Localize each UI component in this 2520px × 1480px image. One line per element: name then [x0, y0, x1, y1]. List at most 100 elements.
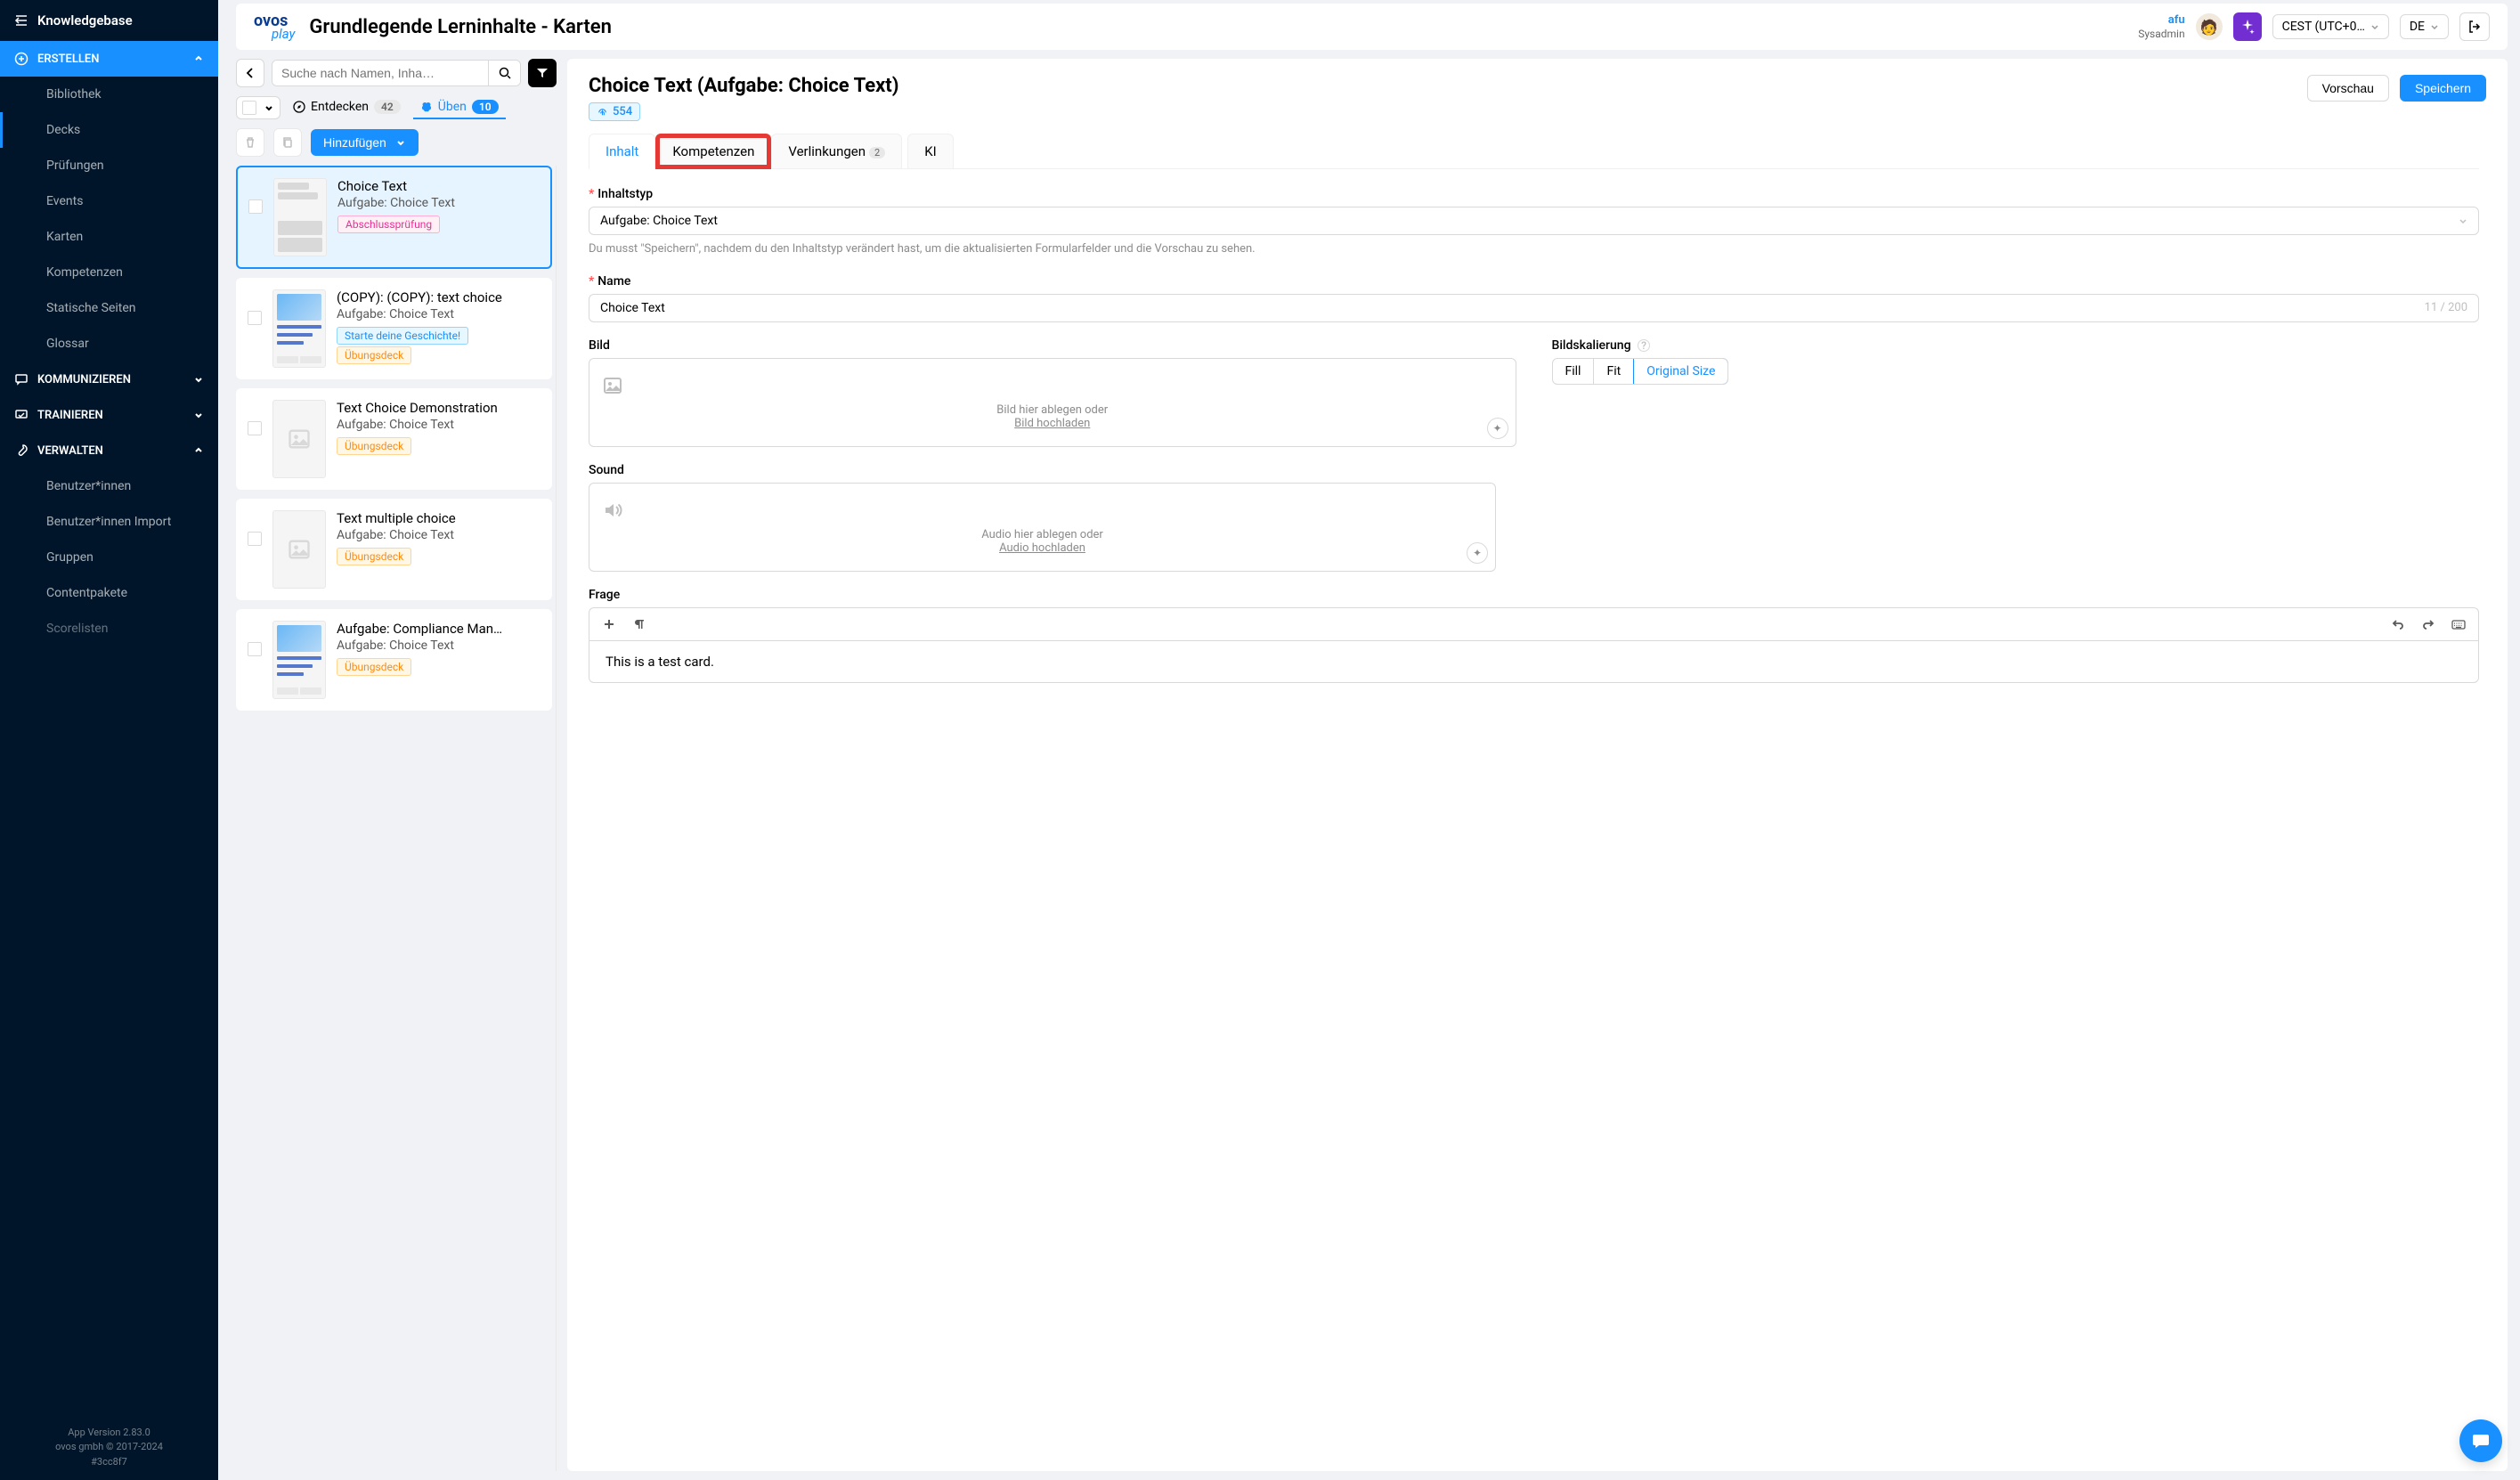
image-upload-link[interactable]: Bild hochladen: [602, 417, 1503, 430]
topbar: ovos play Grundlegende Lerninhalte - Kar…: [236, 4, 2508, 50]
menu-collapse-icon: [14, 13, 28, 28]
field-scaling: Bildskalierung ? Fill Fit Original Size: [1552, 338, 2480, 447]
plus-icon: [603, 618, 615, 630]
search-icon: [499, 67, 511, 79]
sidebar-item-decks[interactable]: Decks: [0, 112, 218, 148]
card-checkbox[interactable]: [248, 532, 262, 546]
sidebar-item-benutzer-import[interactable]: Benutzer*innen Import: [0, 504, 218, 540]
sidebar-item-scorelisten[interactable]: Scorelisten: [0, 611, 218, 646]
sidebar-item-bibliothek[interactable]: Bibliothek: [0, 77, 218, 112]
tab-inhalt[interactable]: Inhalt: [589, 134, 655, 169]
sidebar-item-events[interactable]: Events: [0, 183, 218, 219]
logout-button[interactable]: [2459, 12, 2490, 41]
scaling-original[interactable]: Original Size: [1633, 358, 1728, 385]
chevron-down-icon[interactable]: [264, 102, 274, 113]
card-checkbox[interactable]: [248, 421, 262, 435]
search-input[interactable]: [272, 61, 488, 85]
card-info: Choice TextAufgabe: Choice TextAbschluss…: [337, 178, 540, 235]
card-item[interactable]: Text multiple choiceAufgabe: Choice Text…: [236, 499, 552, 600]
editor-paragraph-button[interactable]: [630, 615, 648, 633]
copy-button[interactable]: [273, 128, 302, 157]
card-thumbnail: [272, 510, 326, 589]
card-item[interactable]: Text Choice DemonstrationAufgabe: Choice…: [236, 388, 552, 490]
language-select[interactable]: DE: [2400, 14, 2449, 39]
ai-button[interactable]: [2233, 12, 2262, 41]
sidebar-item-glossar[interactable]: Glossar: [0, 326, 218, 362]
back-button[interactable]: [236, 59, 264, 87]
card-thumbnail: [272, 400, 326, 478]
detail-title: Choice Text (Aufgabe: Choice Text): [589, 75, 2296, 97]
scaling-fit[interactable]: Fit: [1594, 359, 1634, 384]
tab-kompetenzen[interactable]: Kompetenzen: [655, 134, 771, 169]
add-button[interactable]: Hinzufügen: [311, 129, 419, 156]
card-item[interactable]: Choice TextAufgabe: Choice TextAbschluss…: [236, 166, 552, 269]
chat-bubble[interactable]: [2459, 1419, 2502, 1462]
editor-content[interactable]: This is a test card.: [589, 640, 2479, 683]
timezone-select[interactable]: CEST (UTC+0…: [2272, 14, 2389, 39]
card-checkbox[interactable]: [248, 311, 262, 325]
editor-undo-button[interactable]: [2389, 615, 2407, 633]
sidebar-section-erstellen[interactable]: ERSTELLEN: [0, 41, 218, 77]
editor-keyboard-button[interactable]: [2450, 615, 2467, 633]
card-subtitle: Aufgabe: Choice Text: [337, 307, 541, 321]
section-label: VERWALTEN: [37, 444, 103, 458]
chevron-down-icon: [2430, 22, 2439, 31]
fingerprint-icon: [597, 106, 608, 118]
keyboard-icon: [2451, 618, 2466, 630]
sound-upload-link[interactable]: Audio hochladen: [602, 541, 1483, 555]
delete-button[interactable]: [236, 128, 264, 157]
label-name: *Name: [589, 274, 2479, 289]
image-upload[interactable]: Bild hier ablegen oder Bild hochladen ✦: [589, 358, 1516, 447]
label-sound: Sound: [589, 463, 1496, 477]
field-image: Bild Bild hier ablegen oder Bild hochlad…: [589, 338, 1516, 447]
sound-upload[interactable]: Audio hier ablegen oder Audio hochladen …: [589, 483, 1496, 572]
card-checkbox[interactable]: [248, 199, 263, 214]
filter-button[interactable]: [528, 59, 557, 87]
sidebar-section-trainieren[interactable]: TRAINIEREN: [0, 397, 218, 433]
tab-entdecken[interactable]: Entdecken 42: [286, 96, 408, 119]
scaling-fill[interactable]: Fill: [1553, 359, 1595, 384]
select-all-checkbox[interactable]: [242, 101, 256, 115]
user-info[interactable]: afu Sysadmin: [2138, 13, 2184, 40]
sidebar-footer: App Version 2.83.0 ovos gmbh © 2017-2024…: [0, 1419, 218, 1480]
search-button[interactable]: [488, 61, 520, 85]
wrench-icon: [14, 443, 28, 458]
card-detail-panel: Choice Text (Aufgabe: Choice Text) 554 V…: [567, 59, 2508, 1471]
card-subtitle: Aufgabe: Choice Text: [337, 528, 541, 542]
sidebar-section-kommunizieren[interactable]: KOMMUNIZIEREN: [0, 362, 218, 397]
sidebar-item-gruppen[interactable]: Gruppen: [0, 540, 218, 575]
card-title: Text Choice Demonstration: [337, 400, 541, 416]
card-tag: Starte deine Geschichte!: [337, 327, 468, 345]
cards-list[interactable]: Choice TextAufgabe: Choice TextAbschluss…: [236, 166, 557, 1471]
editor-add-button[interactable]: [600, 615, 618, 633]
editor-redo-button[interactable]: [2419, 615, 2437, 633]
sidebar-item-benutzer[interactable]: Benutzer*innen: [0, 468, 218, 504]
tab-ueben[interactable]: Üben 10: [413, 96, 506, 119]
preview-button[interactable]: Vorschau: [2307, 75, 2389, 102]
brain-icon: [420, 101, 433, 113]
ai-image-button[interactable]: ✦: [1487, 418, 1508, 439]
ai-sound-button[interactable]: ✦: [1467, 542, 1488, 564]
sidebar-item-pruefungen[interactable]: Prüfungen: [0, 148, 218, 183]
sidebar-item-kompetenzen[interactable]: Kompetenzen: [0, 255, 218, 290]
section-label: TRAINIEREN: [37, 409, 103, 422]
sidebar-item-statische-seiten[interactable]: Statische Seiten: [0, 290, 218, 326]
label-image: Bild: [589, 338, 1516, 353]
tab-verlinkungen[interactable]: Verlinkungen2: [771, 134, 902, 169]
sidebar-item-karten[interactable]: Karten: [0, 219, 218, 255]
card-item[interactable]: (COPY): (COPY): text choiceAufgabe: Choi…: [236, 278, 552, 379]
sidebar-item-contentpakete[interactable]: Contentpakete: [0, 575, 218, 611]
field-name: *Name Choice Text 11 / 200: [589, 274, 2479, 322]
chevron-up-icon: [193, 53, 204, 64]
tab-ki[interactable]: KI: [907, 134, 954, 169]
name-input[interactable]: Choice Text 11 / 200: [589, 294, 2479, 322]
help-icon[interactable]: ?: [1638, 339, 1650, 352]
card-checkbox[interactable]: [248, 642, 262, 656]
card-subtitle: Aufgabe: Choice Text: [337, 638, 541, 653]
card-item[interactable]: Aufgabe: Compliance Man…Aufgabe: Choice …: [236, 609, 552, 711]
sidebar-section-verwalten[interactable]: VERWALTEN: [0, 433, 218, 468]
content-type-select[interactable]: Aufgabe: Choice Text: [589, 207, 2479, 235]
avatar[interactable]: 🧑: [2196, 13, 2223, 40]
section-label: KOMMUNIZIEREN: [37, 373, 131, 386]
save-button[interactable]: Speichern: [2400, 75, 2486, 102]
